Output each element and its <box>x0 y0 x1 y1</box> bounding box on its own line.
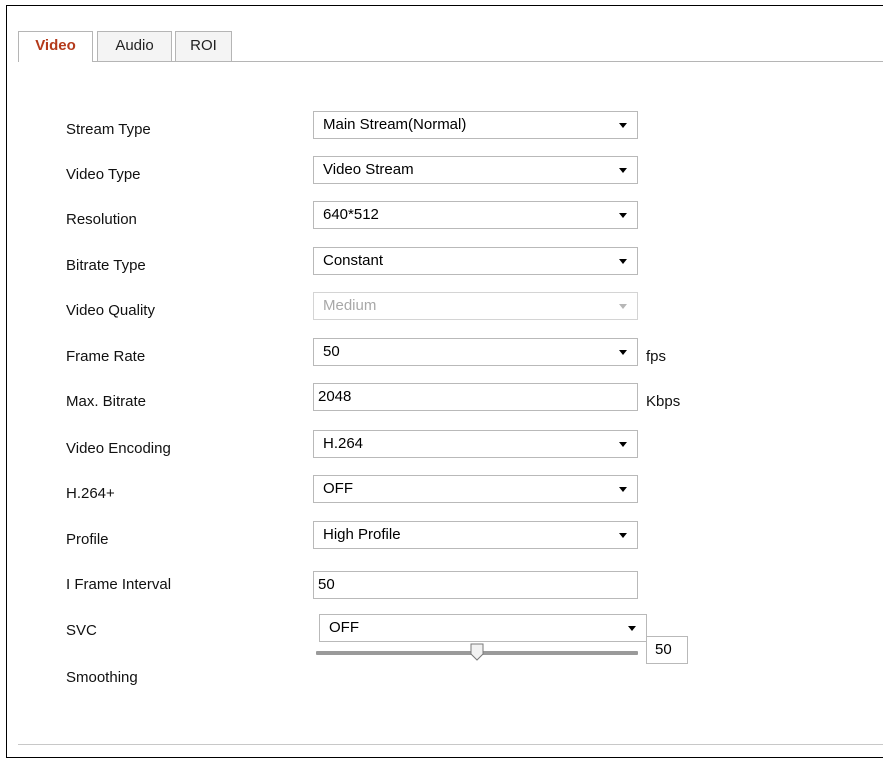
tab-audio[interactable]: Audio <box>97 31 172 61</box>
smoothing-label: Smoothing <box>66 669 138 686</box>
chevron-down-icon <box>619 168 627 173</box>
tab-roi[interactable]: ROI <box>175 31 232 61</box>
svc-value: OFF <box>329 619 359 636</box>
resolution-label: Resolution <box>66 211 137 228</box>
slider-thumb-icon <box>470 643 484 661</box>
video-type-value: Video Stream <box>323 161 414 178</box>
smoothing-slider-handle[interactable] <box>470 643 484 661</box>
h264-plus-value: OFF <box>323 480 353 497</box>
smoothing-value-input[interactable]: 50 <box>646 636 688 664</box>
video-quality-select: Medium <box>313 292 638 320</box>
max-bitrate-input[interactable]: 2048 <box>313 383 638 411</box>
bitrate-type-value: Constant <box>323 252 384 269</box>
profile-select[interactable]: High Profile <box>313 521 638 549</box>
video-encoding-value: H.264 <box>323 435 364 452</box>
frame-rate-value: 50 <box>323 343 340 360</box>
profile-label: Profile <box>66 531 109 548</box>
resolution-value: 640*512 <box>323 206 379 223</box>
video-type-label: Video Type <box>66 166 141 183</box>
video-quality-label: Video Quality <box>66 302 155 319</box>
tab-audio-label: Audio <box>115 37 154 54</box>
i-frame-interval-label: I Frame Interval <box>66 576 172 593</box>
frame-rate-label: Frame Rate <box>66 348 146 365</box>
h264-plus-select[interactable]: OFF <box>313 475 638 503</box>
chevron-down-icon <box>619 350 627 355</box>
chevron-down-icon <box>619 533 627 538</box>
tab-roi-label: ROI <box>190 37 217 54</box>
video-encoding-label: Video Encoding <box>66 440 171 457</box>
frame-rate-unit: fps <box>646 348 667 365</box>
max-bitrate-unit: Kbps <box>646 393 681 410</box>
tab-video-label: Video <box>35 37 76 54</box>
h264-plus-label: H.264+ <box>66 485 115 502</box>
frame-rate-select[interactable]: 50 <box>313 338 638 366</box>
bitrate-type-label: Bitrate Type <box>66 257 146 274</box>
max-bitrate-label: Max. Bitrate <box>66 393 147 410</box>
i-frame-interval-input[interactable]: 50 <box>313 571 638 599</box>
stream-type-label: Stream Type <box>66 121 151 138</box>
tab-video[interactable]: Video <box>18 31 93 62</box>
chevron-down-icon <box>619 442 627 447</box>
content-bottom-divider <box>18 744 883 745</box>
chevron-down-icon <box>619 213 627 218</box>
i-frame-interval-value: 50 <box>318 576 335 593</box>
stream-type-value: Main Stream(Normal) <box>323 116 467 133</box>
chevron-down-icon <box>619 259 627 264</box>
svc-label: SVC <box>66 622 97 639</box>
bitrate-type-select[interactable]: Constant <box>313 247 638 275</box>
video-type-select[interactable]: Video Stream <box>313 156 638 184</box>
stream-type-select[interactable]: Main Stream(Normal) <box>313 111 638 139</box>
smoothing-value: 50 <box>655 641 672 658</box>
video-quality-value: Medium <box>323 297 377 314</box>
resolution-select[interactable]: 640*512 <box>313 201 638 229</box>
tab-bar: Video Audio ROI <box>18 31 883 62</box>
profile-value: High Profile <box>323 526 401 543</box>
chevron-down-icon <box>628 626 636 631</box>
svc-select[interactable]: OFF <box>319 614 647 642</box>
chevron-down-icon <box>619 487 627 492</box>
video-encoding-select[interactable]: H.264 <box>313 430 638 458</box>
max-bitrate-value: 2048 <box>318 388 352 405</box>
chevron-down-icon <box>619 304 627 309</box>
chevron-down-icon <box>619 123 627 128</box>
